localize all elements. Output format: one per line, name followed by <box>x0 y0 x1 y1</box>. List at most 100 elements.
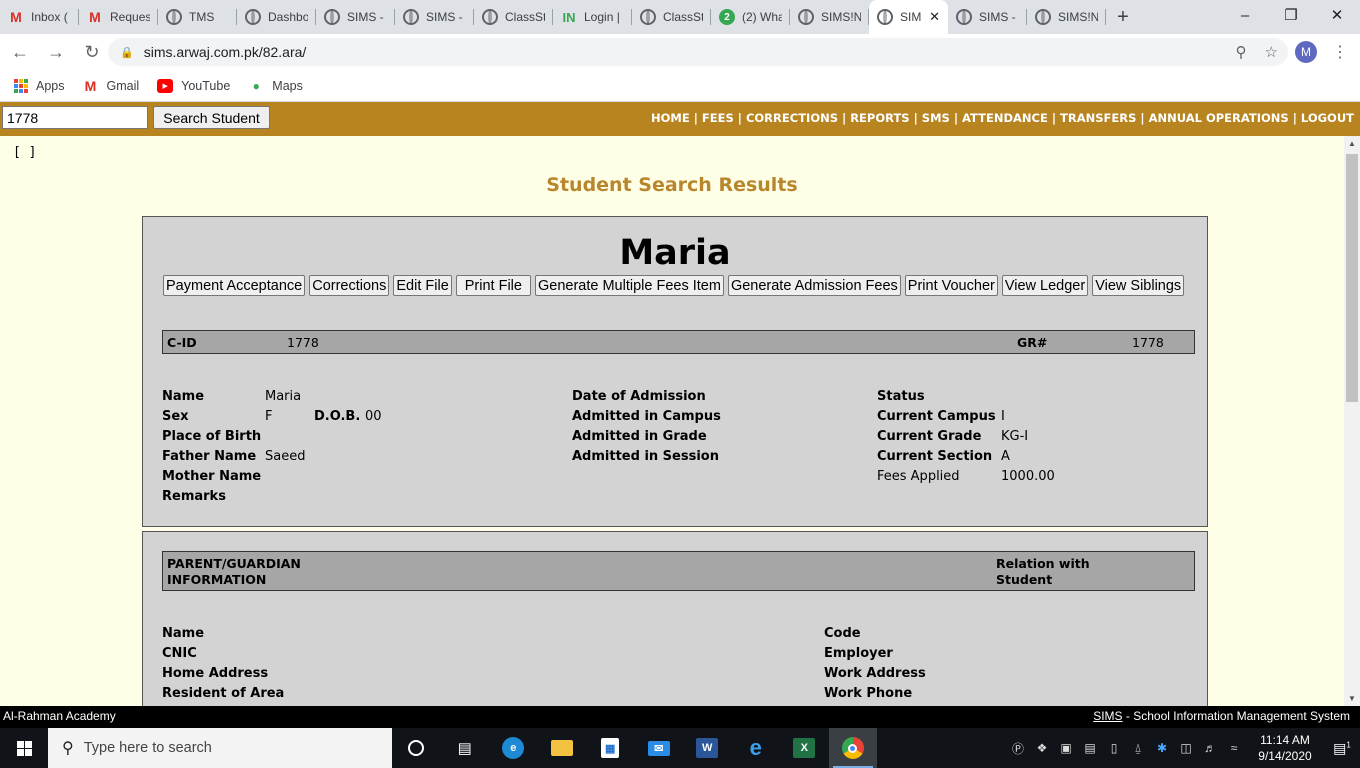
student-name-heading: Maria <box>619 233 731 273</box>
browser-tab[interactable]: TMS <box>158 0 237 34</box>
forward-arrow-icon[interactable]: → <box>40 36 72 68</box>
bookmark-star-icon[interactable]: ☆ <box>1265 43 1278 61</box>
profile-avatar[interactable]: M <box>1295 41 1317 63</box>
taskbar-clock[interactable]: 11:14 AM 9/14/2020 <box>1246 732 1324 764</box>
cortana-icon[interactable] <box>392 728 441 768</box>
print-voucher-button[interactable]: Print Voucher <box>904 275 998 296</box>
back-arrow-icon[interactable]: ← <box>4 36 36 68</box>
scroll-down-icon[interactable]: ▼ <box>1348 694 1356 703</box>
nav-link-reports[interactable]: REPORTS <box>850 111 909 125</box>
page-scrollbar[interactable]: ▲ ▼ <box>1344 136 1360 706</box>
notification-center-icon[interactable]: ▤1 <box>1324 740 1360 757</box>
windows-taskbar: ⚲ Type here to search ▤ e ▦ ✉ W e X Ⓟ ❖ … <box>0 728 1360 768</box>
nav-link-sms[interactable]: SMS <box>922 111 950 125</box>
browser-tab[interactable]: ClassSt <box>632 0 711 34</box>
view-ledger-button[interactable]: View Ledger <box>1001 275 1089 296</box>
browser-tab[interactable]: SIMS!N <box>790 0 869 34</box>
bookmark-apps[interactable]: Apps <box>14 78 65 93</box>
network-off-icon[interactable]: ⍙ <box>1126 741 1150 756</box>
tray-app-icon-2[interactable]: ▣ <box>1054 741 1078 755</box>
search-student-button[interactable]: Search Student <box>153 106 270 129</box>
browser-tab[interactable]: SIMS - <box>316 0 395 34</box>
cid-label: C-ID <box>167 335 197 350</box>
maximize-icon[interactable]: ❐ <box>1268 0 1314 30</box>
tray-app-icon-3[interactable]: ▤ <box>1078 741 1102 755</box>
task-view-icon[interactable]: ▤ <box>441 728 490 768</box>
apps-grid-icon <box>14 78 28 93</box>
bookmark-label: Apps <box>36 78 65 93</box>
volume-icon[interactable]: ♬ <box>1198 741 1222 755</box>
browser-tab[interactable]: SIMS!N <box>1027 0 1106 34</box>
reload-icon[interactable]: ↻ <box>76 36 108 68</box>
browser-tab[interactable]: 2 (2) Wha <box>711 0 790 34</box>
search-icon: ⚲ <box>62 740 74 757</box>
nav-link-attendance[interactable]: ATTENDANCE <box>962 111 1048 125</box>
store-icon[interactable]: ▦ <box>586 728 635 768</box>
file-explorer-icon[interactable] <box>538 728 587 768</box>
browser-menu-icon[interactable]: ⋮ <box>1332 42 1348 62</box>
admitted-in-campus-label: Admitted in Campus <box>572 409 721 424</box>
nav-link-fees[interactable]: FEES <box>702 111 734 125</box>
browser-tab[interactable]: SIM ✕ <box>869 0 948 34</box>
zoom-icon[interactable]: ⚲ <box>1236 43 1247 61</box>
nav-link-home[interactable]: HOME <box>651 111 690 125</box>
place-of-birth-label: Place of Birth <box>162 429 262 444</box>
browser-tab[interactable]: SIMS - <box>948 0 1027 34</box>
new-tab-icon[interactable]: + <box>1106 0 1140 34</box>
globe-icon <box>640 9 656 25</box>
start-button[interactable] <box>0 728 48 768</box>
work-address-label: Work Address <box>824 666 926 681</box>
sims-header-bar: Search Student HOME|FEES|CORRECTIONS|REP… <box>0 102 1360 136</box>
browser-tab[interactable]: ClassSt <box>474 0 553 34</box>
close-tab-icon[interactable]: ✕ <box>929 9 940 25</box>
nav-link-logout[interactable]: LOGOUT <box>1301 111 1354 125</box>
nav-link-corrections[interactable]: CORRECTIONS <box>746 111 838 125</box>
edit-file-button[interactable]: Edit File <box>393 275 452 296</box>
tray-app-icon-5[interactable]: ◫ <box>1174 741 1198 755</box>
mail-icon[interactable]: ✉ <box>635 728 684 768</box>
chrome-icon[interactable] <box>828 728 877 768</box>
skype-icon[interactable]: Ⓟ <box>1006 740 1030 757</box>
generate-multiple-fees-item-button[interactable]: Generate Multiple Fees Item <box>534 275 724 296</box>
name-label: Name <box>162 389 205 404</box>
bookmark-gmail[interactable]: M Gmail <box>83 78 140 94</box>
bookmark-youtube[interactable]: ▶ YouTube <box>157 78 230 93</box>
address-bar[interactable]: 🔒 sims.arwaj.com.pk/82.ara/ ⚲ ☆ <box>108 38 1288 66</box>
internet-explorer-icon[interactable]: e <box>732 728 781 768</box>
student-search-input[interactable] <box>2 106 148 129</box>
close-window-icon[interactable]: ✕ <box>1314 0 1360 30</box>
browser-tab[interactable]: M Reques <box>79 0 158 34</box>
date-of-admission-label: Date of Admission <box>572 389 706 404</box>
scrollbar-thumb[interactable] <box>1346 154 1358 402</box>
payment-acceptance-button[interactable]: Payment Acceptance <box>163 275 306 296</box>
lock-icon[interactable]: 🔒 <box>120 46 134 59</box>
browser-tab[interactable]: M Inbox ( <box>0 0 79 34</box>
sims-link[interactable]: SIMS <box>1093 709 1122 723</box>
bookmark-maps[interactable]: ● Maps <box>248 79 303 93</box>
excel-icon[interactable]: X <box>780 728 829 768</box>
generate-admission-fees-button[interactable]: Generate Admission Fees <box>727 275 901 296</box>
corrections-button[interactable]: Corrections <box>309 275 390 296</box>
youtube-icon: ▶ <box>157 78 174 93</box>
browser-tab[interactable]: SIMS - <box>395 0 474 34</box>
wifi-icon[interactable]: ≈ <box>1222 741 1246 755</box>
scroll-up-icon[interactable]: ▲ <box>1348 139 1356 148</box>
print-file-button[interactable]: Print File <box>455 275 531 296</box>
browser-tab[interactable]: Dashbo <box>237 0 316 34</box>
bluetooth-icon[interactable]: ✱ <box>1150 741 1174 755</box>
nav-link-transfers[interactable]: TRANSFERS <box>1060 111 1136 125</box>
edge-icon[interactable]: e <box>489 728 538 768</box>
view-siblings-button[interactable]: View Siblings <box>1092 275 1185 296</box>
globe-icon <box>324 9 340 25</box>
current-grade-label: Current Grade <box>877 429 982 444</box>
url-text[interactable]: sims.arwaj.com.pk/82.ara/ <box>144 44 307 60</box>
word-icon[interactable]: W <box>683 728 732 768</box>
tray-app-icon-4[interactable]: ▯ <box>1102 741 1126 755</box>
taskbar-search-box[interactable]: ⚲ Type here to search <box>48 728 392 768</box>
nav-separator: | <box>1140 111 1145 125</box>
maps-pin-icon: ● <box>252 78 260 93</box>
tray-app-icon[interactable]: ❖ <box>1030 741 1054 755</box>
minimize-icon[interactable]: – <box>1222 0 1268 30</box>
nav-link-annual-operations[interactable]: ANNUAL OPERATIONS <box>1149 111 1289 125</box>
browser-tab[interactable]: IN Login | <box>553 0 632 34</box>
